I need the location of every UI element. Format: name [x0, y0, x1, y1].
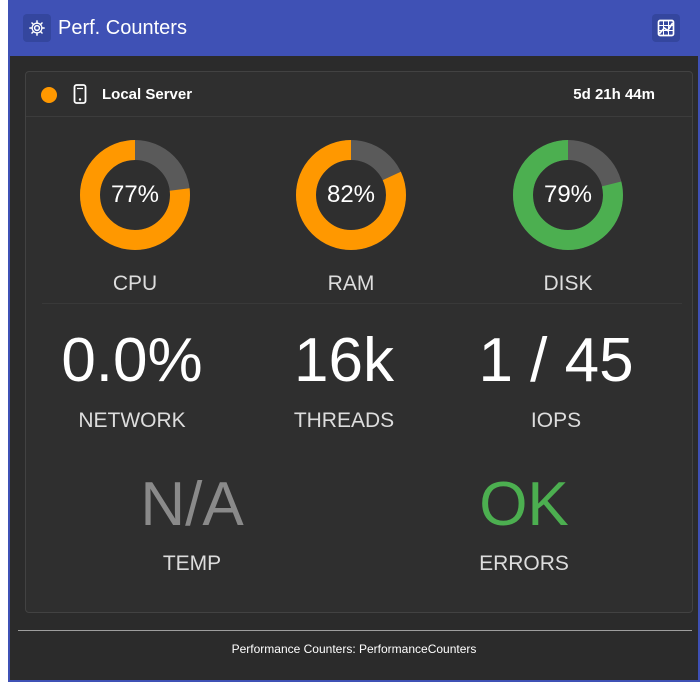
threads-value: 16k: [294, 326, 394, 395]
cpu-gauge: 77%: [76, 136, 194, 254]
footer-divider: [18, 630, 692, 631]
errors-label: ERRORS: [479, 552, 569, 575]
server-card-header: Local Server 5d 21h 44m: [26, 72, 692, 117]
threads-label: THREADS: [293, 409, 395, 432]
ram-gauge: 82%: [292, 136, 410, 254]
server-uptime: 5d 21h 44m: [573, 86, 655, 103]
cpu-gauge-value: 77%: [110, 181, 160, 208]
network-label: NETWORK: [78, 409, 186, 432]
widget-header: Perf. Counters: [10, 0, 698, 56]
iops-label: IOPS: [530, 409, 582, 432]
cpu-label: CPU: [112, 272, 158, 295]
widget-title: Perf. Counters: [58, 17, 187, 39]
section-divider: [42, 303, 682, 304]
server-name: Local Server: [102, 86, 193, 103]
errors-value: OK: [479, 470, 569, 539]
perf-counters-widget: Perf. Counters Local Server 5d 21h 44m 7…: [8, 0, 700, 682]
gear-icon: [29, 20, 45, 36]
mobile-device-icon: [73, 84, 87, 104]
footer-text: Performance Counters: PerformanceCounter…: [231, 642, 477, 656]
temp-value: N/A: [140, 470, 244, 539]
disk-gauge: 79%: [509, 136, 627, 254]
temp-label: TEMP: [162, 552, 222, 575]
disk-label: DISK: [543, 272, 593, 295]
network-value: 0.0%: [61, 326, 203, 395]
iops-value: 1 / 45: [478, 326, 634, 395]
ram-gauge-value: 82%: [326, 181, 376, 208]
settings-button[interactable]: [23, 14, 51, 42]
chart-view-button[interactable]: [652, 14, 680, 42]
disk-gauge-value: 79%: [543, 181, 593, 208]
ram-label: RAM: [327, 272, 375, 295]
server-status-dot: [41, 87, 57, 103]
chart-grid-icon: [657, 19, 675, 37]
